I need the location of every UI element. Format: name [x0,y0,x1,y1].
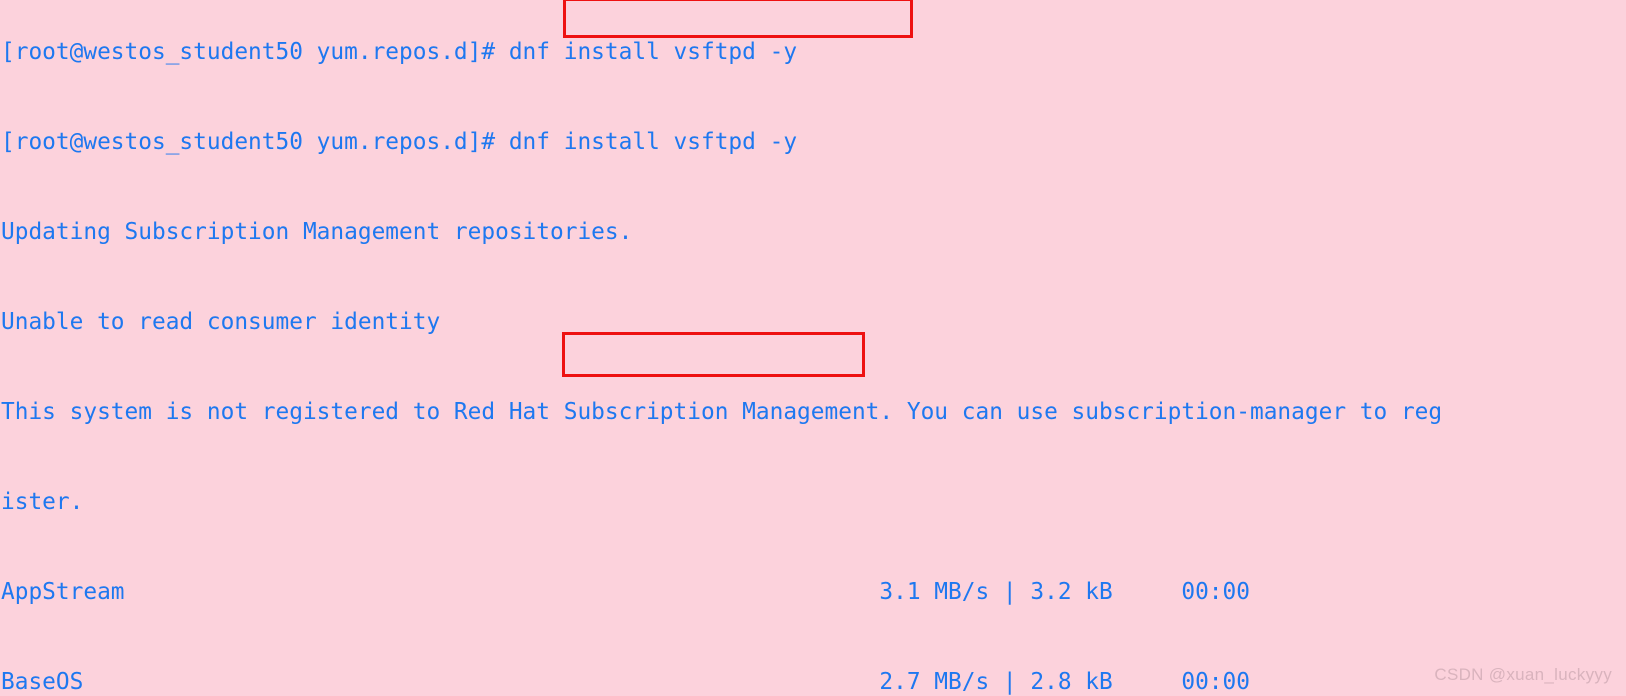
terminal-window[interactable]: [root@westos_student50 yum.repos.d]# dnf… [0,0,1626,696]
terminal-line-prompt-vsftpd: [root@westos_student50 yum.repos.d]# dnf… [1,129,798,155]
terminal-output: [root@westos_student50 yum.repos.d]# dnf… [0,0,1626,696]
terminal-line: Updating Subscription Management reposit… [1,219,633,245]
terminal-line: ister. [1,489,84,515]
terminal-line-repo-appstream: AppStream 3.1 MB/s | 3.2 kB 00:00 [1,579,1250,605]
terminal-line: This system is not registered to Red Hat… [1,399,1443,425]
watermark: CSDN @xuan_luckyyy [1434,665,1612,684]
terminal-line: Unable to read consumer identity [1,309,441,335]
terminal-line-clipped: [root@westos_student50 yum.repos.d]# dnf… [1,39,798,65]
terminal-line-repo-baseos: BaseOS 2.7 MB/s | 2.8 kB 00:00 [1,669,1250,695]
